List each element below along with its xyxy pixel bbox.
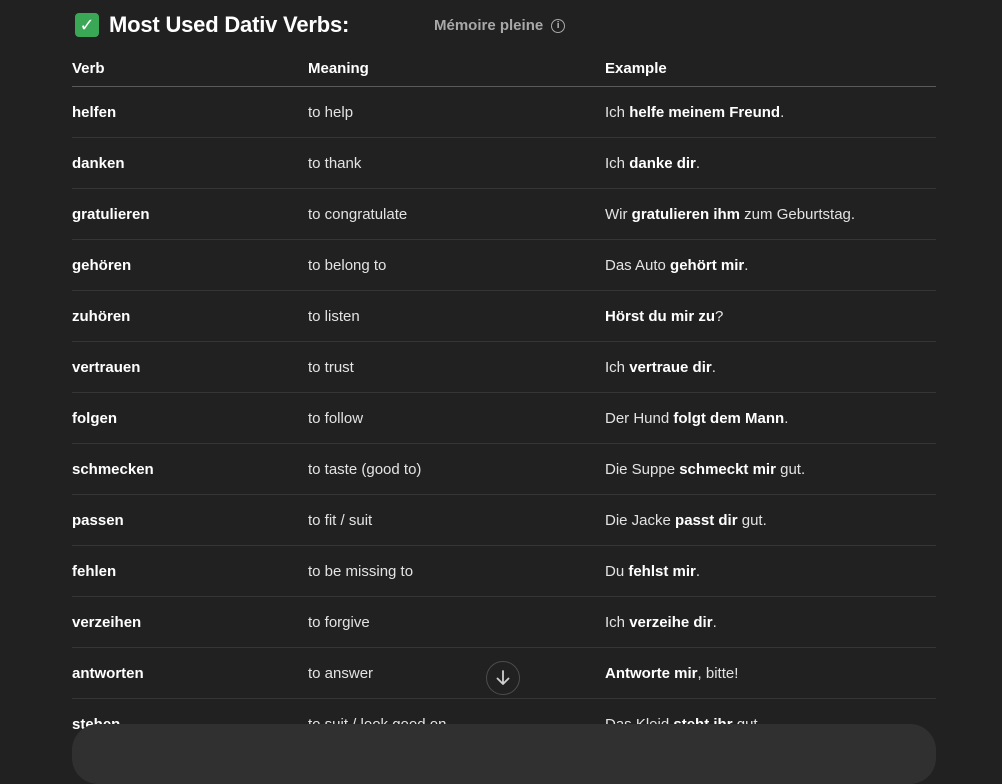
example-cell: Ich verzeihe dir. [605, 596, 936, 648]
meaning-cell: to fit / suit [308, 494, 605, 546]
check-mark-icon: ✓ [75, 13, 99, 37]
example-cell: Ich helfe meinem Freund. [605, 86, 936, 138]
dativ-verbs-table: Verb Meaning Example helfen to help Ich he… [72, 50, 936, 750]
example-cell: Antworte mir, bitte! [605, 647, 936, 699]
example-text: gut. [775, 460, 806, 478]
example-emphasis: verzeihe dir [629, 613, 713, 631]
example-emphasis: vertraue dir [629, 358, 712, 376]
meaning-cell: to help [308, 86, 605, 138]
table-row: folgen to follow Der Hund folgt dem Mann. [72, 392, 936, 444]
example-text: zum Geburtstag. [740, 205, 856, 223]
example-text: Die Jacke [605, 511, 676, 529]
example-cell: Wir gratulieren ihm zum Geburtstag. [605, 188, 936, 240]
example-emphasis: gratulieren ihm [631, 205, 741, 223]
example-text: . [712, 613, 717, 631]
example-cell: Die Suppe schmeckt mir gut. [605, 443, 936, 495]
table-row: zuhören to listen Hörst du mir zu? [72, 290, 936, 342]
example-text: gut. [737, 511, 767, 529]
example-text: Ich [605, 358, 630, 376]
table-row: gehören to belong to Das Auto gehört mir. [72, 239, 936, 291]
table-row: fehlen to be missing to Du fehlst mir. [72, 545, 936, 597]
table-row: helfen to help Ich helfe meinem Freund. [72, 86, 936, 138]
example-cell: Die Jacke passt dir gut. [605, 494, 936, 546]
example-text: Wir [605, 205, 632, 223]
section-header: ✓ Most Used Dativ Verbs: [75, 10, 349, 40]
verb-cell: schmecken [72, 443, 308, 495]
example-cell: Ich vertraue dir. [605, 341, 936, 393]
verb-cell: helfen [72, 86, 308, 138]
meaning-cell: to listen [308, 290, 605, 342]
meaning-cell: to belong to [308, 239, 605, 291]
section-title: Most Used Dativ Verbs: [109, 12, 350, 37]
meaning-cell: to congratulate [308, 188, 605, 240]
meaning-cell: to answer [308, 647, 605, 699]
example-cell: Das Auto gehört mir. [605, 239, 936, 291]
verb-cell: gehören [72, 239, 308, 291]
example-cell: Ich danke dir. [605, 137, 936, 189]
scroll-down-button[interactable] [486, 661, 520, 695]
verb-cell: passen [72, 494, 308, 546]
example-text: Der Hund [605, 409, 674, 427]
info-icon[interactable]: i [551, 18, 566, 33]
arrow-down-icon [496, 670, 510, 685]
table-row: passen to fit / suit Die Jacke passt dir g… [72, 494, 936, 546]
column-header-example: Example [605, 50, 936, 87]
table-row: vertrauen to trust Ich vertraue dir. [72, 341, 936, 393]
meaning-cell: to forgive [308, 596, 605, 648]
example-emphasis: Antworte mir [605, 664, 698, 682]
example-text: Das Auto [605, 256, 671, 274]
table-row: verzeihen to forgive Ich verzeihe dir. [72, 596, 936, 648]
example-cell: Du fehlst mir. [605, 545, 936, 597]
example-text: . [744, 256, 749, 274]
meaning-cell: to taste (good to) [308, 443, 605, 495]
meaning-cell: to be missing to [308, 545, 605, 597]
verb-cell: danken [72, 137, 308, 189]
verb-cell: gratulieren [72, 188, 308, 240]
example-text: Ich [605, 613, 630, 631]
example-text: Die Suppe [605, 460, 680, 478]
example-text: . [695, 154, 701, 172]
example-emphasis: helfe meinem Freund [629, 103, 781, 121]
example-text: . [784, 409, 789, 427]
message-composer[interactable] [72, 724, 936, 784]
example-text: ? [715, 307, 724, 325]
verb-cell: folgen [72, 392, 308, 444]
example-text: Du [605, 562, 629, 580]
meaning-cell: to thank [308, 137, 605, 189]
memory-status-label: Mémoire pleine [434, 17, 544, 34]
example-text: . [711, 358, 716, 376]
example-emphasis: passt dir [675, 511, 738, 529]
example-cell: Hörst du mir zu? [605, 290, 936, 342]
table-header-row: Verb Meaning Example [72, 50, 936, 87]
verb-cell: antworten [72, 647, 308, 699]
verb-cell: verzeihen [72, 596, 308, 648]
verb-cell: vertrauen [72, 341, 308, 393]
example-emphasis: schmeckt mir [679, 460, 776, 478]
meaning-cell: to follow [308, 392, 605, 444]
example-cell: Der Hund folgt dem Mann. [605, 392, 936, 444]
table-row: schmecken to taste (good to) Die Suppe sch… [72, 443, 936, 495]
column-header-verb: Verb [72, 50, 308, 87]
verb-cell: fehlen [72, 545, 308, 597]
example-text: . [695, 562, 701, 580]
table-row: gratulieren to congratulate Wir gratuliere… [72, 188, 936, 240]
example-emphasis: fehlst mir [628, 562, 696, 580]
message-input[interactable] [94, 742, 798, 768]
column-header-meaning: Meaning [308, 50, 605, 87]
example-emphasis: Hörst du mir zu [605, 307, 716, 325]
example-emphasis: danke dir [629, 154, 696, 172]
example-text: Ich [605, 154, 630, 172]
table-row: danken to thank Ich danke dir. [72, 137, 936, 189]
example-text: . [780, 103, 785, 121]
memory-status[interactable]: Mémoire pleine i [434, 17, 566, 34]
meaning-cell: to trust [308, 341, 605, 393]
example-text: Ich [605, 103, 630, 121]
example-emphasis: gehört mir [670, 256, 745, 274]
example-emphasis: folgt dem Mann [673, 409, 785, 427]
example-text: , bitte! [697, 664, 739, 682]
verb-cell: zuhören [72, 290, 308, 342]
